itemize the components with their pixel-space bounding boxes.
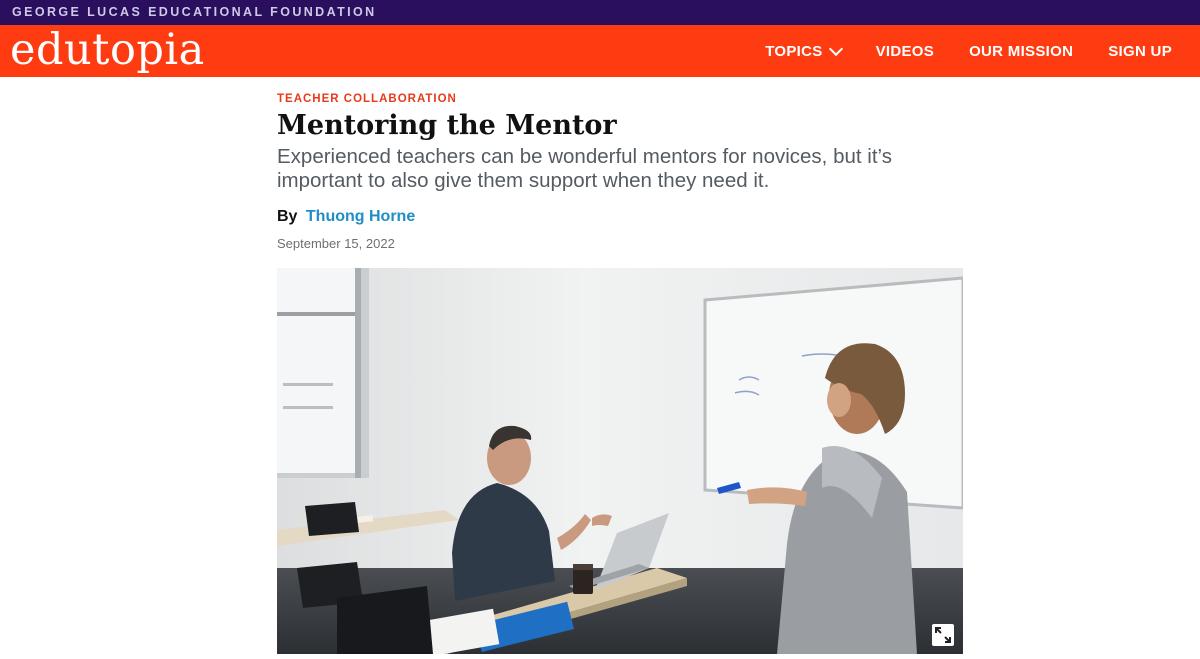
- chevron-down-icon: [828, 41, 843, 56]
- byline: By Thuong Horne: [277, 208, 415, 226]
- foundation-name[interactable]: GEORGE LUCAS EDUCATIONAL FOUNDATION: [12, 5, 377, 19]
- edutopia-logo[interactable]: edutopia: [10, 24, 205, 76]
- main-nav: TOPICS VIDEOS OUR MISSION SIGN UP: [765, 25, 1172, 77]
- nav-our-mission-label: OUR MISSION: [969, 42, 1074, 60]
- nav-topics[interactable]: TOPICS: [765, 41, 843, 60]
- author-link[interactable]: Thuong Horne: [306, 208, 415, 225]
- expand-icon: [935, 627, 951, 643]
- article-subtitle: Experienced teachers can be wonderful me…: [277, 145, 892, 192]
- classroom-photo: [277, 268, 963, 654]
- nav-sign-up[interactable]: SIGN UP: [1108, 43, 1172, 60]
- publish-date: September 15, 2022: [277, 236, 395, 251]
- expand-image-button[interactable]: [932, 624, 954, 646]
- category-link[interactable]: TEACHER COLLABORATION: [277, 93, 457, 105]
- nav-topics-label: TOPICS: [765, 42, 823, 60]
- nav-videos-label: VIDEOS: [875, 42, 935, 60]
- site-header: edutopia TOPICS VIDEOS OUR MISSION SIGN …: [0, 25, 1200, 77]
- nav-sign-up-label: SIGN UP: [1108, 42, 1172, 60]
- article-title: Mentoring the Mentor: [277, 110, 617, 141]
- hero-image: [277, 268, 963, 654]
- nav-our-mission[interactable]: OUR MISSION: [969, 43, 1073, 60]
- foundation-bar: GEORGE LUCAS EDUCATIONAL FOUNDATION: [0, 0, 1200, 25]
- by-label: By: [277, 208, 298, 225]
- nav-videos[interactable]: VIDEOS: [876, 43, 934, 60]
